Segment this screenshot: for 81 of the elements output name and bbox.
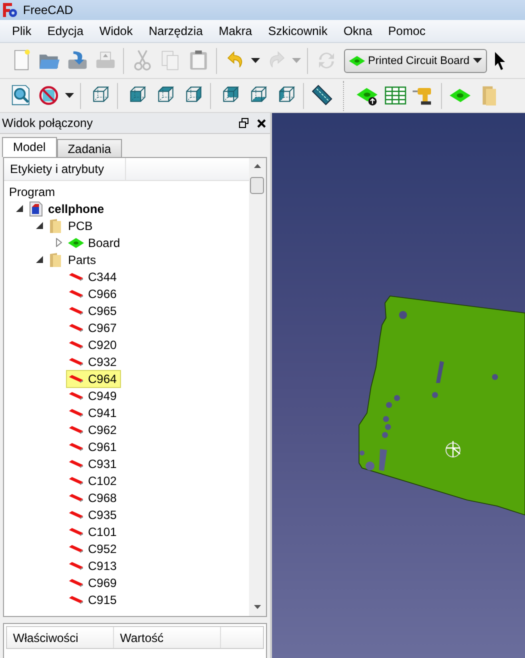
circuit-board-drawing[interactable] <box>358 296 525 516</box>
tree-item[interactable]: C932 <box>66 352 121 370</box>
tree-item[interactable]: C969 <box>66 574 121 592</box>
tree-item[interactable]: C949 <box>66 386 121 404</box>
tree-item[interactable]: C966 <box>66 284 121 302</box>
component-icon <box>68 494 84 502</box>
component-icon <box>68 596 84 604</box>
tree-item[interactable]: C913 <box>66 556 121 574</box>
component-icon <box>68 578 84 586</box>
component-icon <box>68 476 84 484</box>
component-icon <box>68 426 84 434</box>
component-icon <box>68 324 84 332</box>
component-icon <box>68 528 84 536</box>
menu-item[interactable]: Makra <box>210 24 260 38</box>
circuit-board-icon <box>68 236 84 248</box>
tree-root-label: Program <box>9 184 56 198</box>
caret-icon <box>472 58 482 63</box>
component-icon <box>68 272 84 280</box>
tree-item[interactable]: C967 <box>66 318 121 336</box>
tree-item[interactable]: C101 <box>66 522 121 540</box>
tree-item[interactable]: C915 <box>66 590 121 608</box>
menu-item[interactable]: Szkicownik <box>260 24 336 38</box>
collapsed-arrow-icon[interactable] <box>56 238 62 247</box>
close-icon[interactable] <box>257 118 266 128</box>
menu-item[interactable]: Widok <box>91 24 141 38</box>
panel-tab[interactable]: Zadania <box>56 139 122 157</box>
folder-icon <box>48 218 64 234</box>
circuit-board-icon <box>349 54 365 66</box>
tree-item[interactable]: Parts <box>46 250 100 268</box>
column-header[interactable]: Wartość <box>114 627 221 648</box>
expanded-arrow-icon[interactable] <box>36 222 42 229</box>
menu-item[interactable]: Plik <box>4 24 40 38</box>
tree-item[interactable]: C962 <box>66 420 121 438</box>
menu-item[interactable]: Okna <box>335 24 380 38</box>
panel-tab[interactable]: Model <box>2 137 57 157</box>
component-icon <box>68 544 84 552</box>
tree-item[interactable]: C935 <box>66 506 121 524</box>
folder-icon <box>48 252 64 268</box>
tree-item[interactable]: C952 <box>66 540 121 558</box>
caret-icon <box>251 58 260 63</box>
component-icon <box>68 358 84 366</box>
tree-item[interactable]: C964 <box>66 370 121 388</box>
component-icon <box>68 510 84 518</box>
tree-item[interactable]: C965 <box>66 302 121 320</box>
app-logo-icon <box>2 2 18 18</box>
expanded-arrow-icon[interactable] <box>36 256 42 263</box>
tree-item[interactable]: Board <box>66 234 124 252</box>
component-icon <box>68 290 84 298</box>
component-icon <box>68 562 84 570</box>
menu-item[interactable]: Edycja <box>39 24 92 38</box>
column-header[interactable]: Właściwości <box>7 627 114 648</box>
cursor-icon <box>494 52 504 70</box>
scrollbar[interactable] <box>249 158 266 616</box>
caret-icon <box>292 58 301 63</box>
tree-item[interactable]: PCB <box>46 216 97 234</box>
caret-icon <box>65 93 74 98</box>
tree-item[interactable]: C941 <box>66 404 121 422</box>
component-icon <box>68 306 84 314</box>
tree-item[interactable]: cellphone <box>26 200 108 218</box>
menu-item[interactable]: Pomoc <box>380 24 434 38</box>
tree-item[interactable]: C344 <box>66 268 121 286</box>
menu-item[interactable]: Narzędzia <box>140 24 211 38</box>
component-icon <box>68 442 84 450</box>
component-icon <box>68 460 84 468</box>
document-icon <box>28 200 44 216</box>
component-icon <box>68 408 84 416</box>
undock-icon[interactable] <box>239 118 249 128</box>
workbench-dropdown[interactable]: Printed Circuit Board <box>344 48 486 72</box>
tree-item[interactable]: C931 <box>66 454 121 472</box>
3d-viewport[interactable] <box>272 113 525 658</box>
tree-item[interactable]: C102 <box>66 472 121 490</box>
component-icon <box>68 374 84 382</box>
tree-item[interactable]: C968 <box>66 488 121 506</box>
component-icon <box>68 340 84 348</box>
component-icon <box>68 392 84 400</box>
panel-title: Widok połączony <box>2 116 94 130</box>
ruler-icon <box>310 83 334 108</box>
tree-item[interactable]: C961 <box>66 438 121 456</box>
window-title: FreeCAD <box>23 3 74 17</box>
tree-item[interactable]: C920 <box>66 336 121 354</box>
expanded-arrow-icon[interactable] <box>16 205 22 212</box>
